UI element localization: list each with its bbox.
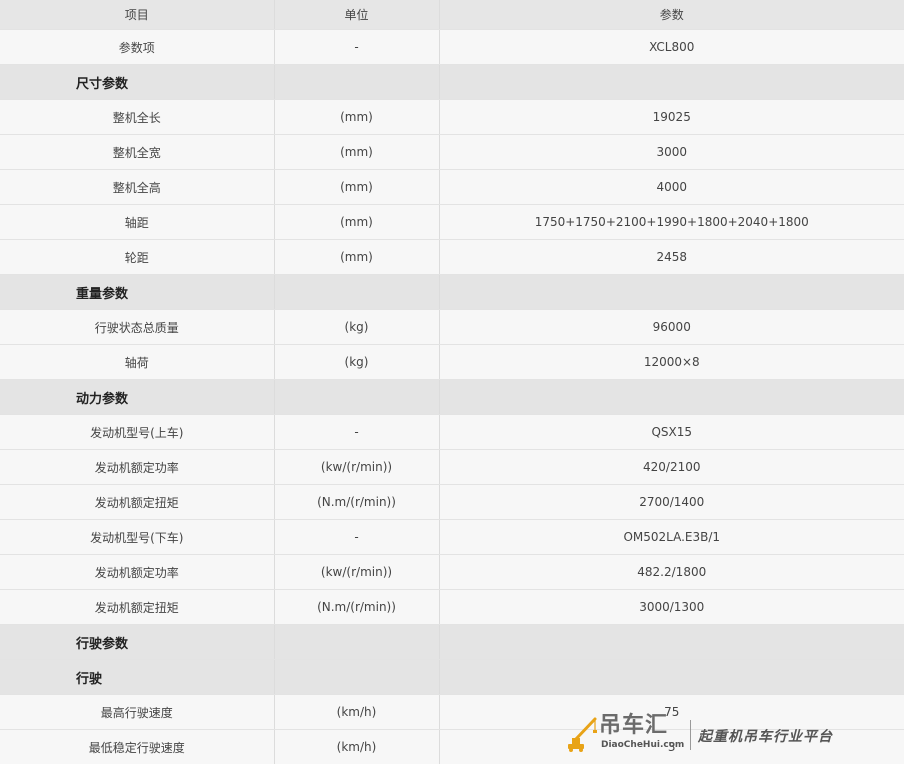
- section-unit-cell: [274, 274, 440, 310]
- row-unit: (kg): [274, 309, 440, 345]
- table-row: 发动机额定功率 (kw/(r/min)) 420/2100: [0, 449, 904, 485]
- crane-logo-icon: [568, 717, 597, 752]
- row-unit: (mm): [274, 99, 440, 135]
- row-value: 19025: [439, 99, 904, 135]
- section-unit-cell: [274, 624, 440, 660]
- row-unit: (mm): [274, 204, 440, 240]
- header-param: 参数: [439, 0, 904, 30]
- row-unit: (kg): [274, 344, 440, 380]
- section-title: 动力参数: [0, 379, 275, 415]
- watermark-slogan: 起重机吊车行业平台: [698, 729, 833, 745]
- row-label: 整机全长: [0, 99, 275, 135]
- table-row: 参数项 - XCL800: [0, 29, 904, 65]
- watermark-brand: 吊车汇: [599, 713, 669, 738]
- row-unit: (mm): [274, 134, 440, 170]
- header-row: 项目 单位 参数: [0, 0, 904, 30]
- row-unit: (N.m/(r/min)): [274, 589, 440, 625]
- table-row: 发动机型号(上车) - QSX15: [0, 414, 904, 450]
- section-title: 尺寸参数: [0, 64, 275, 100]
- row-value: XCL800: [439, 29, 904, 65]
- section-value-cell: [439, 64, 904, 100]
- row-label: 最高行驶速度: [0, 694, 275, 730]
- watermark: 吊车汇 DiaoCheHui.com 起重机吊车行业平台: [566, 712, 856, 758]
- watermark-divider: [690, 720, 691, 750]
- row-value: 96000: [439, 309, 904, 345]
- row-unit: (kw/(r/min)): [274, 449, 440, 485]
- row-label: 轴荷: [0, 344, 275, 380]
- row-unit: (mm): [274, 169, 440, 205]
- table-row: 发动机型号(下车) - OM502LA.E3B/1: [0, 519, 904, 555]
- row-unit: (N.m/(r/min)): [274, 484, 440, 520]
- row-value: 3000: [439, 134, 904, 170]
- row-value: 3000/1300: [439, 589, 904, 625]
- table-row: 发动机额定功率 (kw/(r/min)) 482.2/1800: [0, 554, 904, 590]
- section-title: 行驶参数: [0, 624, 275, 660]
- spec-table-body: 参数项 - XCL800 尺寸参数 整机全长 (mm) 19025 整机全宽 (mm) 3000 整…: [0, 29, 904, 764]
- row-label: 轮距: [0, 239, 275, 275]
- row-unit: (km/h): [274, 694, 440, 730]
- row-unit: -: [274, 29, 440, 65]
- row-value: 2700/1400: [439, 484, 904, 520]
- row-value: 4000: [439, 169, 904, 205]
- section-row: 尺寸参数: [0, 64, 904, 100]
- row-label: 轴距: [0, 204, 275, 240]
- row-value: 482.2/1800: [439, 554, 904, 590]
- section-value-cell: [439, 274, 904, 310]
- row-label: 行驶状态总质量: [0, 309, 275, 345]
- row-value: 12000×8: [439, 344, 904, 380]
- row-unit: (km/h): [274, 729, 440, 764]
- section-value-cell: [439, 379, 904, 415]
- row-value: 2458: [439, 239, 904, 275]
- section-unit-cell: [274, 659, 440, 695]
- header-unit: 单位: [274, 0, 440, 30]
- row-unit: (mm): [274, 239, 440, 275]
- table-row: 轮距 (mm) 2458: [0, 239, 904, 275]
- spec-table-header: 项目 单位 参数: [0, 0, 904, 30]
- section-value-cell: [439, 659, 904, 695]
- row-value: OM502LA.E3B/1: [439, 519, 904, 555]
- row-label: 整机全高: [0, 169, 275, 205]
- section-title: 行驶: [0, 659, 275, 695]
- row-label: 发动机额定扭矩: [0, 484, 275, 520]
- spec-page: 项目 单位 参数 参数项 - XCL800 尺寸参数 整机全长 (mm) 19025 整机全宽…: [0, 0, 904, 764]
- table-row: 整机全宽 (mm) 3000: [0, 134, 904, 170]
- table-row: 轴荷 (kg) 12000×8: [0, 344, 904, 380]
- section-unit-cell: [274, 379, 440, 415]
- row-label: 发动机型号(上车): [0, 414, 275, 450]
- row-unit: (kw/(r/min)): [274, 554, 440, 590]
- row-unit: -: [274, 519, 440, 555]
- row-value: 1750+1750+2100+1990+1800+2040+1800: [439, 204, 904, 240]
- table-row: 整机全高 (mm) 4000: [0, 169, 904, 205]
- row-unit: -: [274, 414, 440, 450]
- section-title: 重量参数: [0, 274, 275, 310]
- row-label: 发动机额定扭矩: [0, 589, 275, 625]
- section-row: 动力参数: [0, 379, 904, 415]
- section-unit-cell: [274, 64, 440, 100]
- row-label: 参数项: [0, 29, 275, 65]
- row-value: 420/2100: [439, 449, 904, 485]
- section-row: 行驶参数: [0, 624, 904, 660]
- row-label: 发动机额定功率: [0, 449, 275, 485]
- spec-table: 项目 单位 参数 参数项 - XCL800 尺寸参数 整机全长 (mm) 19025 整机全宽…: [0, 0, 904, 764]
- table-row: 行驶状态总质量 (kg) 96000: [0, 309, 904, 345]
- table-row: 整机全长 (mm) 19025: [0, 99, 904, 135]
- section-row: 行驶: [0, 659, 904, 695]
- section-value-cell: [439, 624, 904, 660]
- row-value: QSX15: [439, 414, 904, 450]
- table-row: 发动机额定扭矩 (N.m/(r/min)) 2700/1400: [0, 484, 904, 520]
- table-row: 轴距 (mm) 1750+1750+2100+1990+1800+2040+1800: [0, 204, 904, 240]
- row-label: 发动机额定功率: [0, 554, 275, 590]
- watermark-domain: DiaoCheHui.com: [601, 740, 685, 750]
- header-item: 项目: [0, 0, 275, 30]
- table-row: 发动机额定扭矩 (N.m/(r/min)) 3000/1300: [0, 589, 904, 625]
- row-label: 整机全宽: [0, 134, 275, 170]
- row-label: 最低稳定行驶速度: [0, 729, 275, 764]
- section-row: 重量参数: [0, 274, 904, 310]
- row-label: 发动机型号(下车): [0, 519, 275, 555]
